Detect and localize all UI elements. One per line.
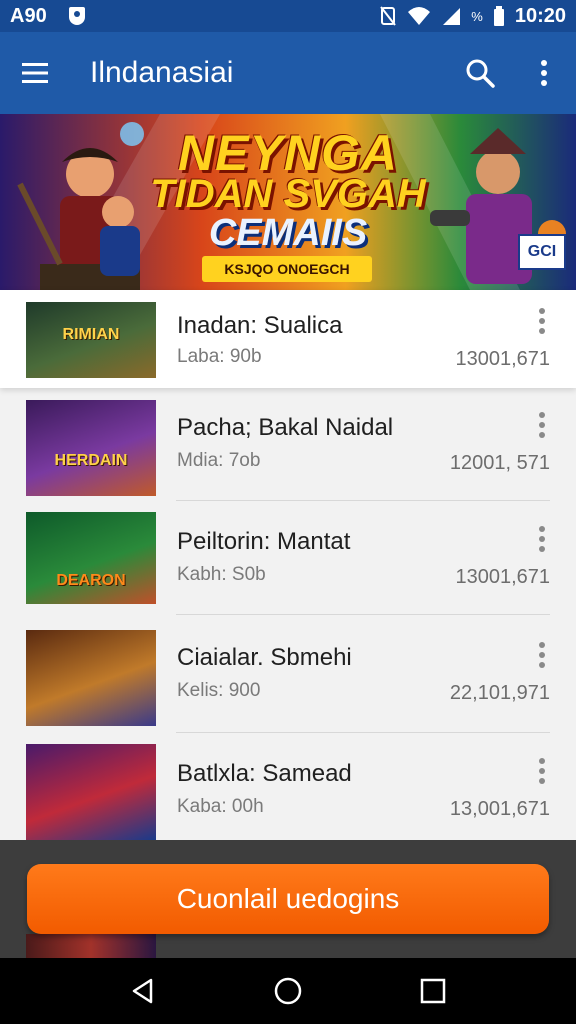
banner-tagline: KSJQO ONOEGCH <box>202 256 372 282</box>
item-subtitle: Laba: 90b <box>177 346 262 367</box>
item-title: Ciaialar. Sbmehi <box>177 644 352 671</box>
item-count: 13001,671 <box>455 348 550 370</box>
back-button[interactable] <box>118 966 168 1016</box>
item-subtitle: Kaba: 00h <box>177 796 264 817</box>
more-options-button[interactable] <box>512 32 576 114</box>
battery-percent: % <box>471 8 483 24</box>
list-item[interactable]: Ciaialar. Sbmehi Kelis: 900 22,101,971 <box>0 616 576 734</box>
list-divider <box>176 614 550 615</box>
recents-button[interactable] <box>408 966 458 1016</box>
menu-button[interactable] <box>0 32 70 114</box>
item-title: Pacha; Bakal Naidal <box>177 414 394 441</box>
item-thumbnail <box>26 744 156 840</box>
item-more-icon[interactable] <box>530 756 554 786</box>
item-thumbnail: RIMIAN <box>26 302 156 378</box>
item-subtitle: Mdia: 7ob <box>177 450 261 471</box>
search-icon <box>466 59 495 88</box>
banner-title-line-2: TIDAN SVGAH <box>150 172 426 216</box>
list-item[interactable]: RIMIAN Inadan: Sualica Laba: 90b 13001,6… <box>0 290 576 388</box>
thumbnail-text: DEARON <box>56 572 126 589</box>
banner-title-line-3: CEMAIIS <box>208 212 368 254</box>
item-more-icon[interactable] <box>530 306 554 336</box>
clock: 10:20 <box>514 4 566 27</box>
status-left-text: A90 <box>10 4 47 27</box>
item-count: 13001,671 <box>455 566 550 588</box>
signal-icon <box>443 8 461 25</box>
item-count: 13,001,671 <box>449 798 550 820</box>
menu-icon <box>22 63 48 83</box>
search-button[interactable] <box>448 32 512 114</box>
item-thumbnail: HERDAIN <box>26 400 156 496</box>
item-title: Batlxla: Samead <box>177 760 352 787</box>
list-item[interactable]: DEARON Peiltorin: Mantat Kabh: S0b 13001… <box>0 502 576 616</box>
thumbnail-text: RIMIAN <box>62 326 120 343</box>
item-title: Inadan: Sualica <box>177 312 343 339</box>
back-icon <box>132 978 152 1004</box>
app-bar: Ilndanasiai <box>0 32 576 114</box>
list-item[interactable]: HERDAIN Pacha; Bakal Naidal Mdia: 7ob 12… <box>0 388 576 502</box>
list-divider <box>176 500 550 501</box>
promo-banner[interactable]: NEYNGA TIDAN SVGAH CEMAIIS KSJQO ONOEGCH… <box>0 114 576 290</box>
item-thumbnail: DEARON <box>26 512 156 604</box>
banner-logo: GCI <box>518 234 566 270</box>
item-more-icon[interactable] <box>530 524 554 554</box>
list-item[interactable]: Batlxla: Samead Kaba: 00h 13,001,671 <box>0 734 576 840</box>
mute-icon <box>380 6 397 26</box>
list-divider <box>176 732 550 733</box>
home-button[interactable] <box>263 966 313 1016</box>
item-title: Peiltorin: Mantat <box>177 528 351 555</box>
recents-icon <box>421 978 446 1004</box>
item-count: 12001, 571 <box>449 452 550 474</box>
item-subtitle: Kelis: 900 <box>177 680 261 701</box>
status-bar: A90 % 10:20 <box>0 0 576 32</box>
primary-action-button[interactable]: Cuonlail uedogins <box>27 864 549 934</box>
partial-thumbnail <box>26 934 156 958</box>
battery-icon <box>493 6 504 26</box>
wifi-icon <box>408 7 431 25</box>
home-icon <box>274 977 302 1005</box>
thumbnail-text: HERDAIN <box>54 452 128 469</box>
shield-icon <box>68 7 85 25</box>
item-subtitle: Kabh: S0b <box>177 564 266 585</box>
item-more-icon[interactable] <box>530 640 554 670</box>
more-vert-icon <box>541 60 547 86</box>
item-thumbnail <box>26 630 156 726</box>
system-nav-bar <box>0 958 576 1024</box>
item-more-icon[interactable] <box>530 410 554 440</box>
item-count: 22,101,971 <box>449 682 550 704</box>
app-title: Ilndanasiai <box>90 56 234 89</box>
